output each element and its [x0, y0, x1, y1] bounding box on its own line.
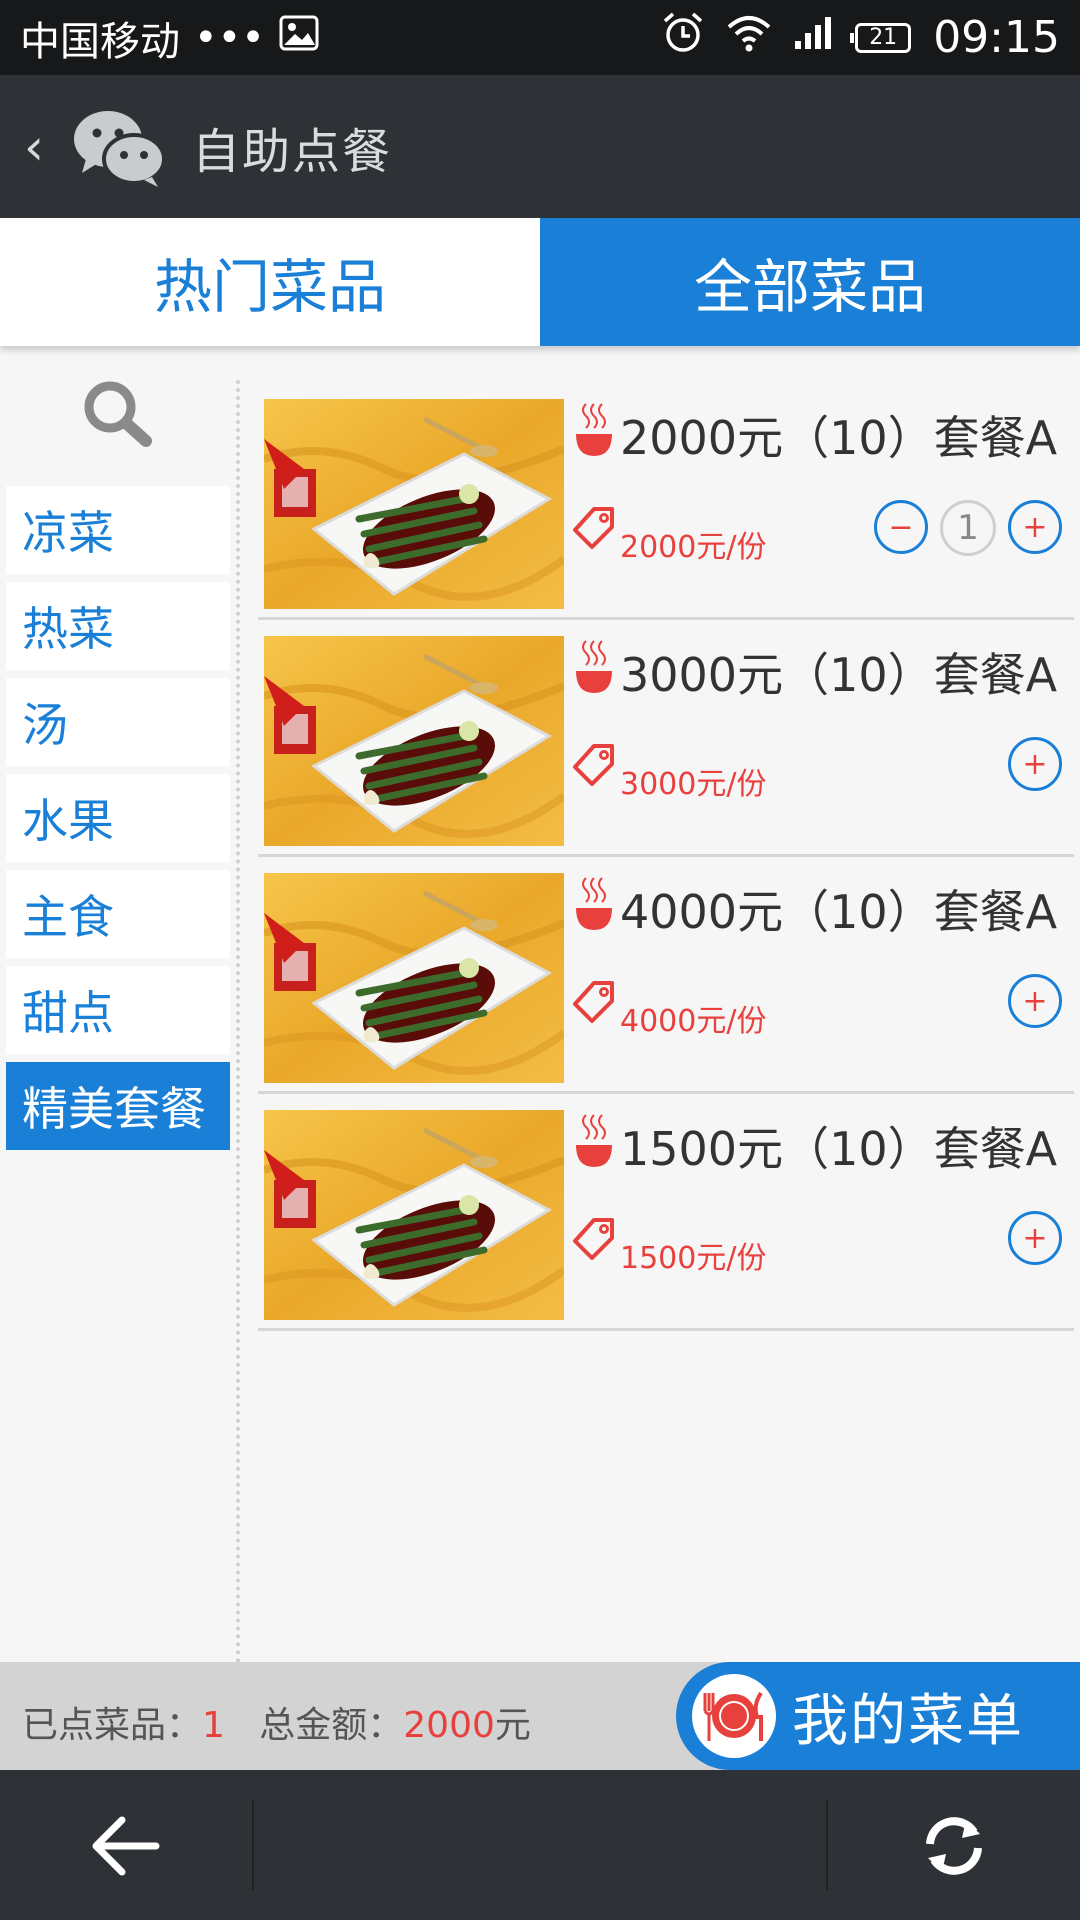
bottom-nav-bar: [0, 1770, 1080, 1920]
increase-button[interactable]: +: [1008, 1211, 1062, 1265]
currency-unit: 元: [494, 1705, 531, 1746]
category-sidebar: 凉菜 热菜 汤 水果 主食 甜点 精美套餐: [0, 346, 236, 1662]
sidebar-divider: [236, 380, 240, 1680]
ordered-count: 1: [202, 1705, 225, 1746]
search-button[interactable]: [0, 346, 236, 486]
my-menu-button[interactable]: 我的菜单: [676, 1662, 1080, 1770]
steam-bowl-icon: [574, 402, 614, 460]
tab-bar: 热门菜品 全部菜品: [0, 218, 1080, 346]
carrier-name: 中国移动: [20, 18, 180, 65]
dish-image: [264, 399, 564, 609]
app-title: 自助点餐: [192, 123, 393, 180]
increase-button[interactable]: +: [1008, 974, 1062, 1028]
clock: 09:15: [933, 12, 1060, 63]
dish-image: [264, 873, 564, 1083]
signal-icon: [793, 15, 833, 61]
price-tag-icon: [572, 506, 616, 550]
dish-image: [264, 1110, 564, 1320]
back-chevron-icon[interactable]: ‹: [24, 118, 54, 176]
price-tag-icon: [572, 743, 616, 787]
increase-button[interactable]: +: [1008, 737, 1062, 791]
dish-name: 2000元（10）套餐A: [620, 411, 1058, 465]
dish-price: 1500元/份: [620, 1241, 767, 1276]
tab-hot-dishes[interactable]: 热门菜品: [0, 218, 540, 346]
dish-name: 3000元（10）套餐A: [620, 648, 1058, 702]
arrow-left-icon[interactable]: [88, 1814, 160, 1882]
nav-separator: [252, 1800, 254, 1890]
notification-dots: •••: [194, 14, 265, 61]
dish-name: 4000元（10）套餐A: [620, 885, 1058, 939]
status-bar: 中国移动 ••• 21 09:15: [0, 0, 1080, 75]
app-header: ‹ 自助点餐: [0, 75, 1080, 218]
dish-image: [264, 636, 564, 846]
quantity-display: 1: [940, 500, 996, 556]
decrease-button[interactable]: −: [874, 500, 928, 554]
dish-item[interactable]: 1500元（10）套餐A 1500元/份 +: [258, 1093, 1074, 1331]
steam-bowl-icon: [574, 876, 614, 934]
nav-separator: [826, 1800, 828, 1890]
tab-all-dishes[interactable]: 全部菜品: [540, 218, 1080, 346]
total-label: 总金额：: [259, 1705, 404, 1746]
order-summary-text: 已点菜品：1 总金额：2000元: [22, 1696, 531, 1748]
total-amount: 2000: [403, 1705, 495, 1746]
dish-price: 4000元/份: [620, 1004, 767, 1039]
dish-price: 2000元/份: [620, 530, 767, 565]
price-tag-icon: [572, 1217, 616, 1261]
category-fruit[interactable]: 水果: [6, 774, 230, 862]
wechat-logo-icon: [72, 107, 167, 187]
alarm-icon: [661, 11, 705, 65]
category-staple[interactable]: 主食: [6, 870, 230, 958]
battery-icon: 21: [850, 22, 912, 53]
category-set-meal[interactable]: 精美套餐: [6, 1062, 230, 1150]
steam-bowl-icon: [574, 1113, 614, 1171]
dish-name: 1500元（10）套餐A: [620, 1122, 1058, 1176]
steam-bowl-icon: [574, 639, 614, 697]
category-cold-dishes[interactable]: 凉菜: [6, 486, 230, 574]
dish-item[interactable]: 2000元（10）套餐A 2000元/份 − 1 +: [258, 382, 1074, 620]
image-notification-icon: [279, 15, 319, 61]
plate-cutlery-icon: [692, 1674, 776, 1758]
dish-price: 3000元/份: [620, 767, 767, 802]
increase-button[interactable]: +: [1008, 500, 1062, 554]
ordered-label: 已点菜品：: [22, 1705, 203, 1746]
category-soup[interactable]: 汤: [6, 678, 230, 766]
category-hot-dishes[interactable]: 热菜: [6, 582, 230, 670]
category-dessert[interactable]: 甜点: [6, 966, 230, 1054]
my-menu-label: 我的菜单: [792, 1688, 1024, 1754]
refresh-icon[interactable]: [918, 1810, 990, 1886]
dish-item[interactable]: 3000元（10）套餐A 3000元/份 +: [258, 619, 1074, 857]
search-icon: [76, 379, 160, 453]
price-tag-icon: [572, 980, 616, 1024]
dish-item[interactable]: 4000元（10）套餐A 4000元/份 +: [258, 856, 1074, 1094]
wifi-icon: [727, 13, 771, 63]
